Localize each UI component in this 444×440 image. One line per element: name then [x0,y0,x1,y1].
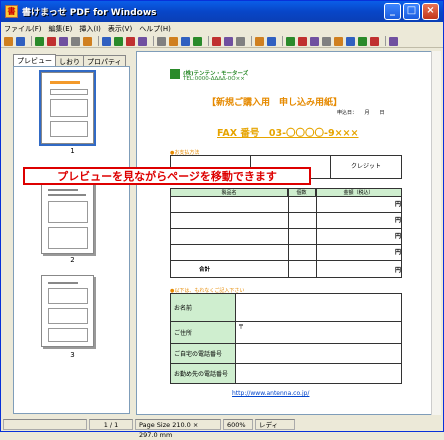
window-title: 書けまっせ PDF for Windows [22,8,157,18]
document-view[interactable]: (株)テンテン・モーターズ TEL:0000-ΔΔΔΔ-0O×× 【新規ご購入用… [136,51,441,415]
work-phone-field [236,364,401,383]
open-icon[interactable] [4,36,13,46]
yen-label: 円 [395,217,402,224]
page-thumbnail[interactable] [41,275,94,347]
status-page: 1 / 1 [89,418,133,430]
column-header: 個数 [288,189,316,196]
save2-icon[interactable] [59,36,68,46]
postal-mark: 〒 [236,322,401,344]
page-thumbnail[interactable] [41,182,94,254]
zoom-out-icon[interactable] [181,36,190,46]
yen-label: 円 [395,233,402,240]
help-icon[interactable] [389,36,398,46]
payment-cell: クレジット [350,163,381,170]
page-next-icon[interactable] [138,36,147,46]
stamp-icon[interactable] [370,36,379,46]
status-blank [3,418,87,430]
column-header: 金額（税込） [316,189,401,196]
menu-bar: ファイル(F) 編集(E) 挿入(I) 表示(V) ヘルプ(H) [1,22,443,35]
rect-icon[interactable] [298,36,307,46]
name-field [236,294,401,322]
page-number: 3 [70,351,75,359]
app-window: 書 書けまっせ PDF for Windows _ □ × ファイル(F) 編集… [0,0,444,439]
website-link[interactable]: http://www.antenna.co.jp/ [232,390,309,397]
zoom-in-icon[interactable] [169,36,178,46]
page-prev-icon[interactable] [126,36,135,46]
image-icon[interactable] [286,36,295,46]
line-icon[interactable] [334,36,343,46]
field-label: お名前 [171,294,236,322]
info-table: お名前 ご住所 〒 ご自宅の電話番号 お勤め先の電話番号 [170,293,402,384]
fit-icon[interactable] [193,36,202,46]
text-icon[interactable] [267,36,276,46]
yen-label: 円 [395,249,402,256]
close-button[interactable]: × [422,3,439,20]
redo-icon[interactable] [236,36,245,46]
total-label: 合計 [199,267,211,273]
thumbnail-list[interactable]: 1 2 3 [13,66,130,414]
save-icon[interactable] [35,36,44,46]
status-zoom: 600% [223,418,253,430]
title-bar[interactable]: 書 書けまっせ PDF for Windows _ □ × [1,1,443,22]
fax-number: FAX 番号 03-〇〇〇〇-9××× [217,128,359,139]
form-date: 申込日： 月 日 [337,110,385,116]
menu-edit[interactable]: 編集(E) [49,24,73,34]
form-title: 【新規ご購入用 申し込み用紙】 [207,98,343,108]
new-icon[interactable] [16,36,25,46]
check-icon[interactable] [358,36,367,46]
menu-file[interactable]: ファイル(F) [4,24,42,34]
field-label: ご自宅の電話番号 [171,344,236,364]
home-phone-field [236,344,401,364]
export-icon[interactable] [71,36,80,46]
minus-icon[interactable] [346,36,355,46]
menu-help[interactable]: ヘルプ(H) [139,24,171,34]
delete-icon[interactable] [83,36,92,46]
save-as-icon[interactable] [47,36,56,46]
column-header: 製品名 [171,189,288,196]
left-panel: プレビュー しおり プロパティ 1 2 3 [9,51,134,415]
page-number: 1 [70,147,75,155]
circle-icon[interactable] [322,36,331,46]
status-bar: 1 / 1 Page Size 210.0 × 297.0 mm 600% レデ… [1,417,443,439]
menu-view[interactable]: 表示(V) [108,24,132,34]
page-last-icon[interactable] [157,36,166,46]
toolbar [1,35,443,48]
cut-icon[interactable] [255,36,264,46]
status-ready: レディ [255,418,295,430]
menu-insert[interactable]: 挿入(I) [79,24,101,34]
app-icon: 書 [5,5,18,18]
print-icon[interactable] [102,36,111,46]
page-thumbnail[interactable] [39,70,96,146]
status-page-size: Page Size 210.0 × 297.0 mm [135,418,221,439]
vertical-scrollbar[interactable] [431,51,441,415]
yen-label: 円 [395,267,402,274]
maximize-button[interactable]: □ [403,3,420,20]
page-first-icon[interactable] [114,36,123,46]
page-number: 2 [70,256,75,264]
company-tel: TEL:0000-ΔΔΔΔ-0O×× [183,76,245,82]
field-label: お勤め先の電話番号 [171,364,236,383]
company-logo-icon [170,69,180,79]
undo-icon[interactable] [224,36,233,46]
fit-width-icon[interactable] [212,36,221,46]
yen-label: 円 [395,201,402,208]
fill-icon[interactable] [310,36,319,46]
minimize-button[interactable]: _ [384,3,401,20]
field-label: ご住所 [171,322,236,344]
preview-banner: プレビューを見ながらページを移動できます [23,167,311,185]
